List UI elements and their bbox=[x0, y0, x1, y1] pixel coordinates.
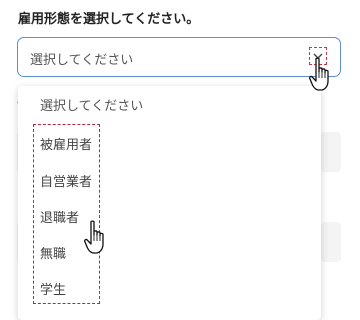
option-placeholder[interactable]: 選択してください bbox=[40, 95, 143, 114]
background-field bbox=[321, 132, 341, 172]
field-label: 雇用形態を選択してください。 bbox=[18, 12, 200, 27]
dropdown-list: 選択してください 被雇用者 自営業者 退職者 無職 学生 bbox=[18, 86, 321, 320]
employment-type-select[interactable]: 選択してください bbox=[17, 37, 341, 77]
options-highlight-frame bbox=[33, 124, 100, 304]
background-field bbox=[321, 222, 341, 262]
select-current-value: 選択してください bbox=[30, 53, 134, 68]
employment-form: 雇用形態を選択してください。 選択してください 選択してください 被雇用者 自営… bbox=[0, 0, 360, 320]
hand-pointer-icon bbox=[84, 220, 112, 260]
hand-pointer-icon bbox=[309, 57, 337, 97]
